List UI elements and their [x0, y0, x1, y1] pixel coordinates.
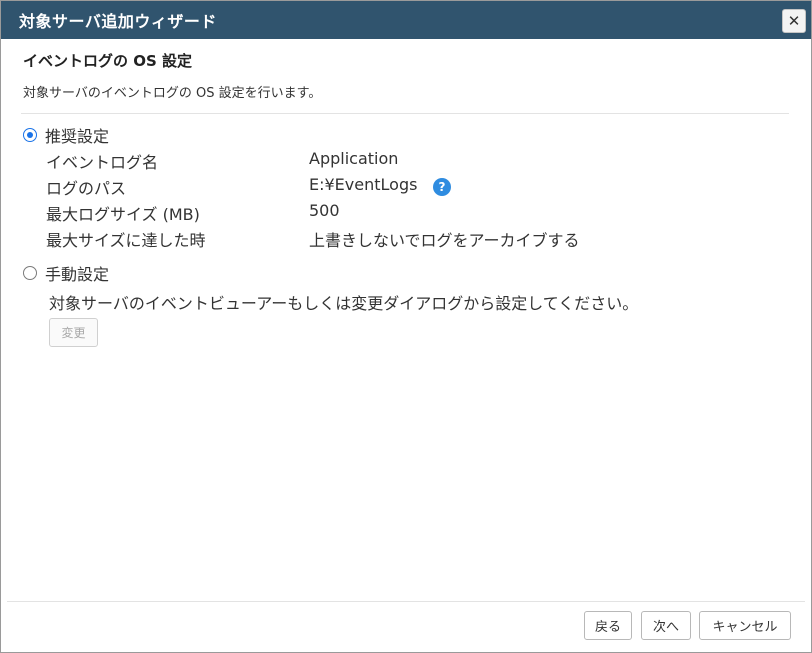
manual-label[interactable]: 手動設定: [45, 261, 109, 285]
max-size-action-value: 上書きしないでログをアーカイブする: [309, 231, 580, 250]
help-icon[interactable]: ?: [433, 178, 451, 196]
cancel-button[interactable]: キャンセル: [699, 611, 791, 640]
event-log-name-value: Application: [309, 149, 399, 168]
max-size-action-label: 最大サイズに達した時: [46, 231, 206, 250]
close-icon: ✕: [787, 12, 801, 30]
recommended-radio[interactable]: [23, 128, 37, 142]
recommended-label[interactable]: 推奨設定: [45, 123, 109, 147]
dialog-title: 対象サーバ追加ウィザード: [19, 12, 217, 31]
max-log-size-label: 最大ログサイズ (MB): [46, 205, 200, 224]
wizard-dialog: 対象サーバ追加ウィザード ✕ イベントログの OS 設定 対象サーバのイベントロ…: [0, 0, 812, 653]
title-bar: 対象サーバ追加ウィザード: [1, 1, 811, 39]
close-button[interactable]: ✕: [782, 9, 806, 33]
log-path-value: E:¥EventLogs: [309, 175, 418, 194]
next-button[interactable]: 次へ: [641, 611, 691, 640]
section-description: 対象サーバのイベントログの OS 設定を行います。: [23, 86, 322, 101]
back-button[interactable]: 戻る: [584, 611, 632, 640]
manual-description: 対象サーバのイベントビューアーもしくは変更ダイアログから設定してください。: [49, 294, 639, 313]
footer-divider: [7, 601, 805, 602]
log-path-label: ログのパス: [46, 179, 127, 198]
event-log-name-label: イベントログ名: [46, 153, 159, 172]
max-log-size-value: 500: [309, 201, 340, 220]
divider: [21, 113, 789, 114]
section-title: イベントログの OS 設定: [23, 52, 192, 70]
manual-radio[interactable]: [23, 266, 37, 280]
change-button[interactable]: 変更: [49, 318, 98, 347]
